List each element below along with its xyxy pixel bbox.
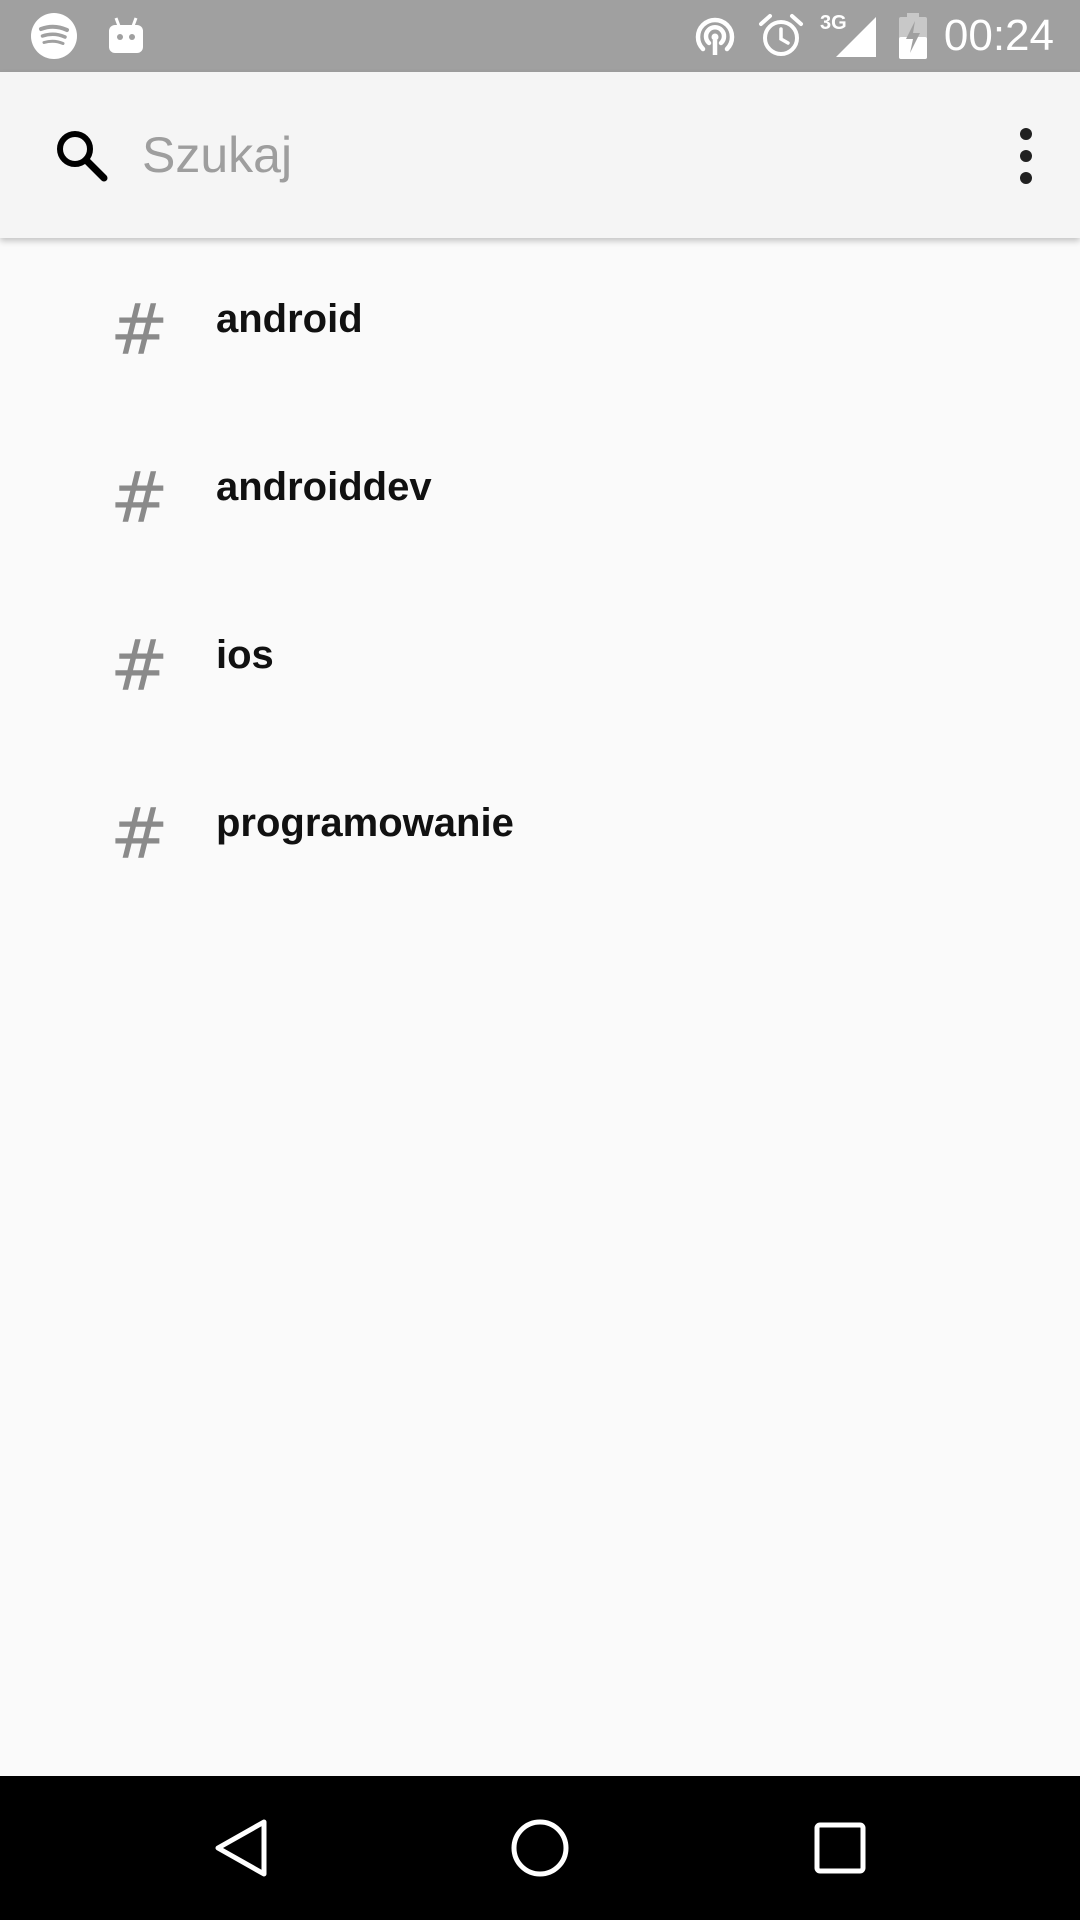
android-robot-icon [106, 0, 146, 72]
screen: 3G 00:24 Szukaj # android # androiddev #… [0, 0, 1080, 1920]
tag-label: androiddev [216, 465, 432, 509]
list-item[interactable]: # androiddev [0, 406, 1080, 574]
back-icon[interactable] [204, 1812, 276, 1884]
home-icon[interactable] [504, 1812, 576, 1884]
more-vert-icon[interactable] [1002, 122, 1050, 190]
spotify-icon [30, 0, 78, 72]
signal-3g-icon: 3G [820, 0, 876, 72]
hashtag-icon: # [110, 457, 169, 539]
tag-label: android [216, 297, 363, 341]
search-icon[interactable] [50, 124, 114, 188]
alarm-icon [756, 0, 806, 72]
search-input[interactable] [142, 112, 962, 198]
list-item[interactable]: # ios [0, 574, 1080, 742]
hashtag-icon: # [110, 289, 169, 371]
hashtag-icon: # [110, 793, 169, 875]
list-item[interactable]: # android [0, 238, 1080, 406]
hotspot-icon [690, 0, 740, 72]
tag-label: programowanie [216, 801, 514, 845]
tag-label: ios [216, 633, 274, 677]
status-time: 00:24 [943, 11, 1054, 60]
search-bar [0, 72, 1080, 238]
tag-list: # android # androiddev # ios # programow… [0, 238, 1080, 910]
hashtag-icon: # [110, 625, 169, 707]
recents-icon[interactable] [804, 1812, 876, 1884]
network-type-label: 3G [820, 12, 847, 34]
status-bar: 3G 00:24 [0, 0, 1080, 72]
list-item[interactable]: # programowanie [0, 742, 1080, 910]
navigation-bar [0, 1776, 1080, 1920]
battery-charging-icon [898, 0, 928, 72]
